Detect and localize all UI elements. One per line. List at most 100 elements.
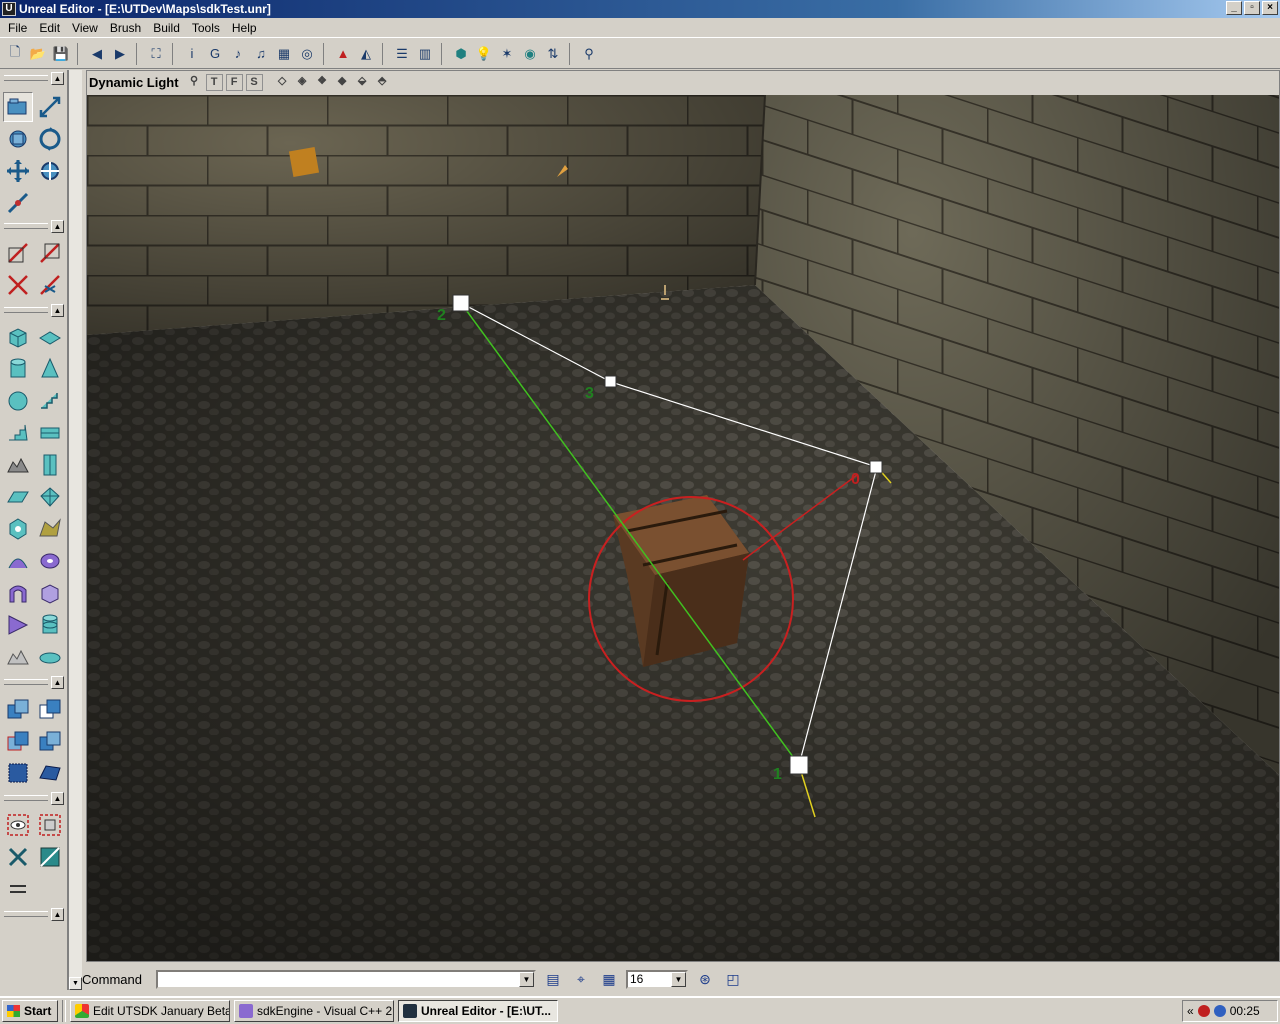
lit-view-icon[interactable]: ◆ <box>334 74 351 91</box>
new-map-icon[interactable]: 🗋 <box>4 43 26 65</box>
rebuild-icon[interactable]: ◉ <box>519 43 541 65</box>
grid-size-dropdown-icon[interactable]: ▼ <box>671 971 686 987</box>
volumetric-brush-icon[interactable] <box>35 450 65 480</box>
add-mover-icon[interactable] <box>3 758 33 788</box>
viewport-scene[interactable]: 2 3 0 1 <box>87 94 1279 961</box>
top-view-button[interactable]: T <box>205 74 223 91</box>
options-icon[interactable]: ⇅ <box>542 43 564 65</box>
network-icon[interactable] <box>1213 1005 1226 1017</box>
stairs-brush-icon[interactable] <box>3 546 33 576</box>
collapse-icon[interactable]: ▲ <box>51 72 64 85</box>
undo-icon[interactable]: ◀ <box>86 43 108 65</box>
title-bar[interactable]: U Unreal Editor - [E:\UTDev\Maps\sdkTest… <box>0 0 1280 18</box>
snap-vertex-icon[interactable]: ⌖ <box>570 969 592 989</box>
disc-brush-icon[interactable] <box>35 642 65 672</box>
move-mode-icon[interactable] <box>3 156 33 186</box>
grid-size-select[interactable]: 16 ▼ <box>626 969 688 989</box>
brush-clip-icon[interactable] <box>3 238 33 268</box>
texture-rotate-icon[interactable] <box>35 156 65 186</box>
paths-icon[interactable]: ✶ <box>496 43 518 65</box>
rotation-grid-icon[interactable]: ⊛ <box>694 969 716 989</box>
sheet-brush-icon[interactable] <box>35 322 65 352</box>
split-clip-icon[interactable] <box>35 238 65 268</box>
collapse-icon[interactable]: ▲ <box>51 676 64 689</box>
scroll-down-icon[interactable]: ▼ <box>69 977 82 990</box>
texture-browser-icon[interactable]: ▦ <box>273 43 295 65</box>
linear-stair-icon[interactable] <box>35 386 65 416</box>
plane-brush-icon[interactable] <box>3 482 33 512</box>
maximize-viewport-icon[interactable]: ◰ <box>722 969 744 989</box>
group-browser-icon[interactable]: G <box>204 43 226 65</box>
cylinder-brush-icon[interactable] <box>3 354 33 384</box>
side-view-button[interactable]: S <box>245 74 263 91</box>
build-geometry-icon[interactable]: ▲ <box>332 43 354 65</box>
cube-brush-icon[interactable] <box>3 322 33 352</box>
music-browser-icon[interactable]: ♫ <box>250 43 272 65</box>
clock[interactable]: 00:25 <box>1230 1004 1260 1018</box>
hexagon-brush-icon[interactable] <box>3 514 33 544</box>
menu-view[interactable]: View <box>66 21 104 35</box>
search-actors-icon[interactable]: ⛶ <box>145 43 167 65</box>
lighting-icon[interactable]: 💡 <box>473 43 495 65</box>
hide-selected-icon[interactable] <box>35 810 65 840</box>
security-shield-icon[interactable] <box>1197 1005 1210 1017</box>
modes-scrollbar[interactable]: ▼ <box>68 70 82 990</box>
build-paths-icon[interactable]: ☰ <box>391 43 413 65</box>
task-visual-cpp[interactable]: sdkEngine - Visual C++ 2... <box>234 1000 394 1022</box>
csg-deintersect-icon[interactable] <box>35 726 65 756</box>
invert-selection-icon[interactable] <box>35 842 65 872</box>
delete-clip-icon[interactable] <box>35 270 65 300</box>
show-selected-icon[interactable] <box>3 810 33 840</box>
rotate-mode-icon[interactable] <box>3 124 33 154</box>
menu-brush[interactable]: Brush <box>104 21 147 35</box>
grid-snap-icon[interactable] <box>3 874 33 904</box>
csg-intersect-icon[interactable] <box>3 726 33 756</box>
collapse-icon[interactable]: ▲ <box>51 792 64 805</box>
vertex-edit-icon[interactable] <box>3 188 33 218</box>
csg-subtract-icon[interactable] <box>35 694 65 724</box>
menu-build[interactable]: Build <box>147 21 186 35</box>
maximize-button[interactable]: ▫ <box>1244 1 1260 15</box>
curved-stair-icon[interactable] <box>3 418 33 448</box>
dome-brush-icon[interactable] <box>3 642 33 672</box>
unlit-view-icon[interactable]: ⬘ <box>374 74 391 91</box>
viewport[interactable]: Dynamic Light ⚲ T F S ◇ ◈ ❖ ◆ ⬙ ⬘ 2 3 0 … <box>86 70 1280 962</box>
front-view-button[interactable]: F <box>225 74 243 91</box>
texture-view-icon[interactable]: ❖ <box>314 74 331 91</box>
command-history-dropdown-icon[interactable]: ▼ <box>519 971 534 987</box>
cone-brush-icon[interactable] <box>35 354 65 384</box>
open-icon[interactable]: 📂 <box>27 43 49 65</box>
spiral-stair-icon[interactable] <box>35 418 65 448</box>
texture-pan-icon[interactable] <box>35 124 65 154</box>
actor-lock-icon[interactable]: ⚲ <box>186 74 203 91</box>
menu-tools[interactable]: Tools <box>186 21 226 35</box>
menu-file[interactable]: File <box>2 21 33 35</box>
add-special-brush-icon[interactable] <box>35 758 65 788</box>
arch-brush-icon[interactable] <box>3 578 33 608</box>
minimize-button[interactable]: _ <box>1226 1 1242 15</box>
collapse-icon[interactable]: ▲ <box>51 304 64 317</box>
camera-mode-icon[interactable] <box>3 92 33 122</box>
terrain-brush-icon[interactable] <box>3 450 33 480</box>
mesh-browser-icon[interactable]: ◎ <box>296 43 318 65</box>
command-input[interactable]: ▼ <box>156 969 536 989</box>
bsp-icon[interactable]: ⬢ <box>450 43 472 65</box>
save-icon[interactable]: 💾 <box>50 43 72 65</box>
tray-expand-icon[interactable]: « <box>1187 1004 1194 1018</box>
grid-toggle-icon[interactable]: ▦ <box>598 969 620 989</box>
tube-brush-icon[interactable] <box>35 610 65 640</box>
box-brush-icon[interactable] <box>35 578 65 608</box>
build-all-icon[interactable]: ▥ <box>414 43 436 65</box>
collapse-icon[interactable]: ▲ <box>51 220 64 233</box>
sound-browser-icon[interactable]: ♪ <box>227 43 249 65</box>
dynamic-light-view-icon[interactable]: ⬙ <box>354 74 371 91</box>
scale-mode-icon[interactable] <box>35 92 65 122</box>
wedge-brush-icon[interactable] <box>3 610 33 640</box>
redo-icon[interactable]: ▶ <box>109 43 131 65</box>
task-unreal-editor[interactable]: Unreal Editor - [E:\UT... <box>398 1000 558 1022</box>
actor-properties-icon[interactable]: i <box>181 43 203 65</box>
wireframe-view-icon[interactable]: ◇ <box>274 74 291 91</box>
collapse-icon[interactable]: ▲ <box>51 908 64 921</box>
select-none-icon[interactable] <box>3 842 33 872</box>
menu-help[interactable]: Help <box>226 21 263 35</box>
